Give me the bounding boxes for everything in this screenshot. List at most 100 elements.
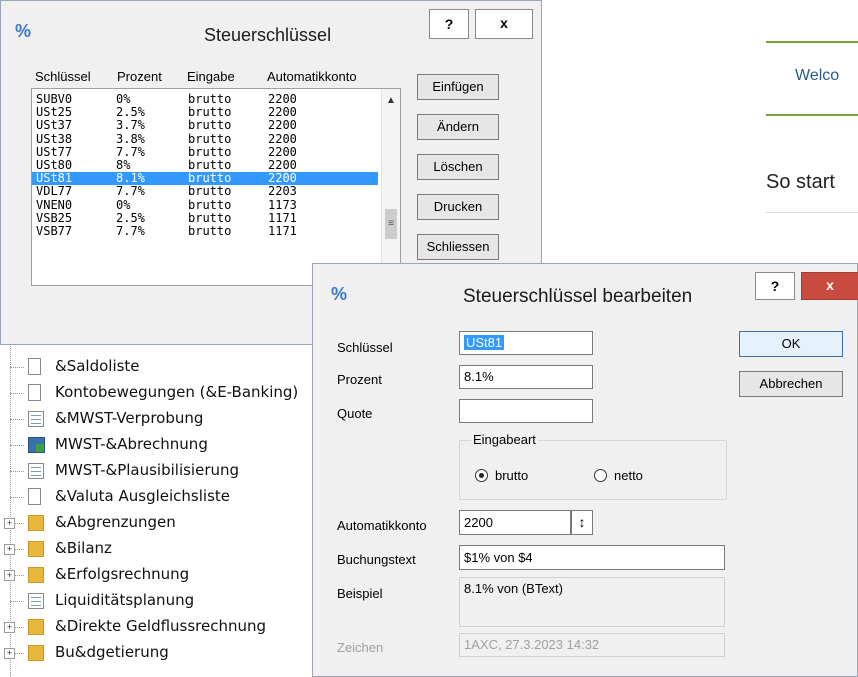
folder-icon	[28, 541, 44, 557]
tree-item[interactable]: + &Bilanz	[0, 538, 320, 560]
list-header: Schlüssel Prozent Eingabe Automatikkonto	[27, 69, 401, 85]
folder-icon	[28, 567, 44, 583]
tree-item-label: MWST-&Abrechnung	[55, 435, 208, 453]
tree-item[interactable]: + &Abgrenzungen	[0, 512, 320, 534]
row-input: brutto	[188, 144, 232, 159]
row-percent: 3.7%	[116, 118, 145, 133]
radio-gross-icon[interactable]	[475, 469, 488, 482]
divider	[766, 212, 858, 213]
quota-field[interactable]	[459, 399, 593, 423]
row-input: brutto	[188, 158, 232, 172]
close-button[interactable]: x	[475, 9, 533, 39]
tree-item[interactable]: &Valuta Ausgleichsliste	[0, 486, 320, 508]
table-row[interactable]: VSB77 7.7% brutto 1171	[32, 225, 378, 238]
key-field[interactable]: USt81	[459, 331, 593, 355]
tree-item[interactable]: &Saldoliste	[0, 356, 320, 378]
row-input: brutto	[188, 224, 232, 238]
expand-icon[interactable]: +	[4, 648, 15, 659]
expand-icon[interactable]: +	[4, 518, 15, 529]
row-auto-account: 1171	[268, 224, 297, 238]
tree-item[interactable]: Liquiditätsplanung	[0, 590, 320, 612]
dialog-title: Steuerschlüssel	[204, 25, 332, 45]
expand-icon[interactable]: +	[4, 622, 15, 633]
tree-item[interactable]: MWST-&Abrechnung	[0, 434, 320, 456]
tree-item-label: MWST-&Plausibilisierung	[55, 461, 240, 479]
close-button[interactable]: x	[801, 272, 858, 300]
percent-field[interactable]: 8.1%	[459, 365, 593, 389]
booking-text-field[interactable]: $1% von $4	[459, 545, 725, 570]
row-key: USt38	[36, 131, 73, 146]
signature-field: 1AXC, 27.3.2023 14:32	[459, 633, 725, 657]
expand-icon[interactable]: +	[4, 544, 15, 555]
row-percent: 0%	[116, 197, 131, 212]
print-button[interactable]: Drucken	[417, 194, 499, 220]
row-percent: 7.7%	[116, 224, 145, 238]
row-key: VSB25	[36, 210, 73, 225]
delete-button[interactable]: Löschen	[417, 154, 499, 180]
percent-icon: %	[331, 284, 348, 304]
column-header-input: Eingabe	[187, 69, 235, 84]
expand-icon[interactable]: +	[4, 570, 15, 581]
booking-text-label: Buchungstext	[337, 552, 416, 567]
row-auto-account: 2200	[268, 131, 297, 146]
tree-item[interactable]: + Bu&dgetierung	[0, 642, 320, 664]
close-list-button[interactable]: Schliessen	[417, 234, 499, 260]
tree-item-label: Kontobewegungen (&E-Banking)	[55, 383, 299, 401]
table-row[interactable]: USt37 3.7% brutto 2200	[32, 119, 378, 132]
row-percent: 2.5%	[116, 210, 145, 225]
accent-line-bottom	[766, 114, 858, 116]
table-row[interactable]: VSB25 2.5% brutto 1171	[32, 210, 378, 225]
account-picker-button[interactable]: ↕	[571, 510, 593, 535]
tree-item-label: &Direkte Geldflussrechnung	[55, 617, 267, 635]
row-auto-account: 2200	[268, 144, 297, 159]
percent-icon: %	[15, 21, 32, 41]
title-bar: % Steuerschlüssel bearbeiten ? x	[313, 264, 858, 324]
folder-icon	[28, 515, 44, 531]
table-row[interactable]: USt81 8.1% brutto 2200	[32, 171, 378, 186]
row-key: SUBV0	[36, 92, 73, 106]
tree-item[interactable]: Kontobewegungen (&E-Banking)	[0, 382, 320, 404]
table-row[interactable]: USt38 3.8% brutto 2200	[32, 131, 378, 146]
row-auto-account: 1173	[268, 197, 297, 212]
percent-label: Prozent	[337, 372, 382, 387]
column-header-auto-account: Automatikkonto	[267, 69, 357, 84]
table-row[interactable]: USt25 2.5% brutto 2200	[32, 106, 378, 119]
cancel-button[interactable]: Abbrechen	[739, 371, 843, 397]
example-field: 8.1% von (BText)	[459, 577, 725, 627]
welcome-link[interactable]: Welco	[795, 67, 839, 85]
row-input: brutto	[188, 92, 232, 106]
help-button[interactable]: ?	[429, 9, 469, 39]
table-row[interactable]: VDL77 7.7% brutto 2203	[32, 185, 378, 198]
radio-net-icon[interactable]	[594, 469, 607, 482]
table-row[interactable]: VNEN0 0% brutto 1173	[32, 197, 378, 212]
list-body[interactable]: SUBV0 0% brutto 2200 USt25 2.5% brutto 2200 USt3…	[31, 88, 401, 286]
tree-item[interactable]: + &Erfolgsrechnung	[0, 564, 320, 586]
auto-account-label: Automatikkonto	[337, 518, 427, 533]
row-percent: 3.8%	[116, 131, 145, 146]
scroll-thumb[interactable]: ≡	[385, 209, 397, 239]
insert-button[interactable]: Einfügen	[417, 74, 499, 100]
so-start-heading: So start	[766, 171, 835, 193]
edit-tax-key-dialog: % Steuerschlüssel bearbeiten ? x Schlüss…	[312, 263, 858, 677]
row-input: brutto	[188, 171, 232, 186]
tree-item[interactable]: &MWST-Verprobung	[0, 408, 320, 430]
tree-item[interactable]: + &Direkte Geldflussrechnung	[0, 616, 320, 638]
tree-connector	[10, 445, 24, 446]
row-input: brutto	[188, 184, 232, 199]
scroll-up-icon[interactable]: ▲	[386, 95, 396, 106]
tree-connector	[10, 419, 24, 420]
tax-keys-list[interactable]: Schlüssel Prozent Eingabe Automatikkonto…	[27, 61, 401, 286]
help-button[interactable]: ?	[755, 272, 795, 300]
row-auto-account: 2200	[268, 118, 297, 133]
row-auto-account: 2200	[268, 92, 297, 106]
row-auto-account: 1171	[268, 210, 297, 225]
auto-account-field[interactable]: 2200	[459, 510, 571, 535]
tree-item[interactable]: MWST-&Plausibilisierung	[0, 460, 320, 482]
table-row[interactable]: USt80 8% brutto 2200	[32, 159, 378, 172]
row-percent: 8%	[116, 158, 131, 172]
edit-button[interactable]: Ändern	[417, 114, 499, 140]
ok-button[interactable]: OK	[739, 331, 843, 357]
scrollbar[interactable]: ▲ ≡	[381, 89, 400, 284]
table-row[interactable]: USt77 7.7% brutto 2200	[32, 144, 378, 159]
table-row[interactable]: SUBV0 0% brutto 2200	[32, 93, 378, 106]
